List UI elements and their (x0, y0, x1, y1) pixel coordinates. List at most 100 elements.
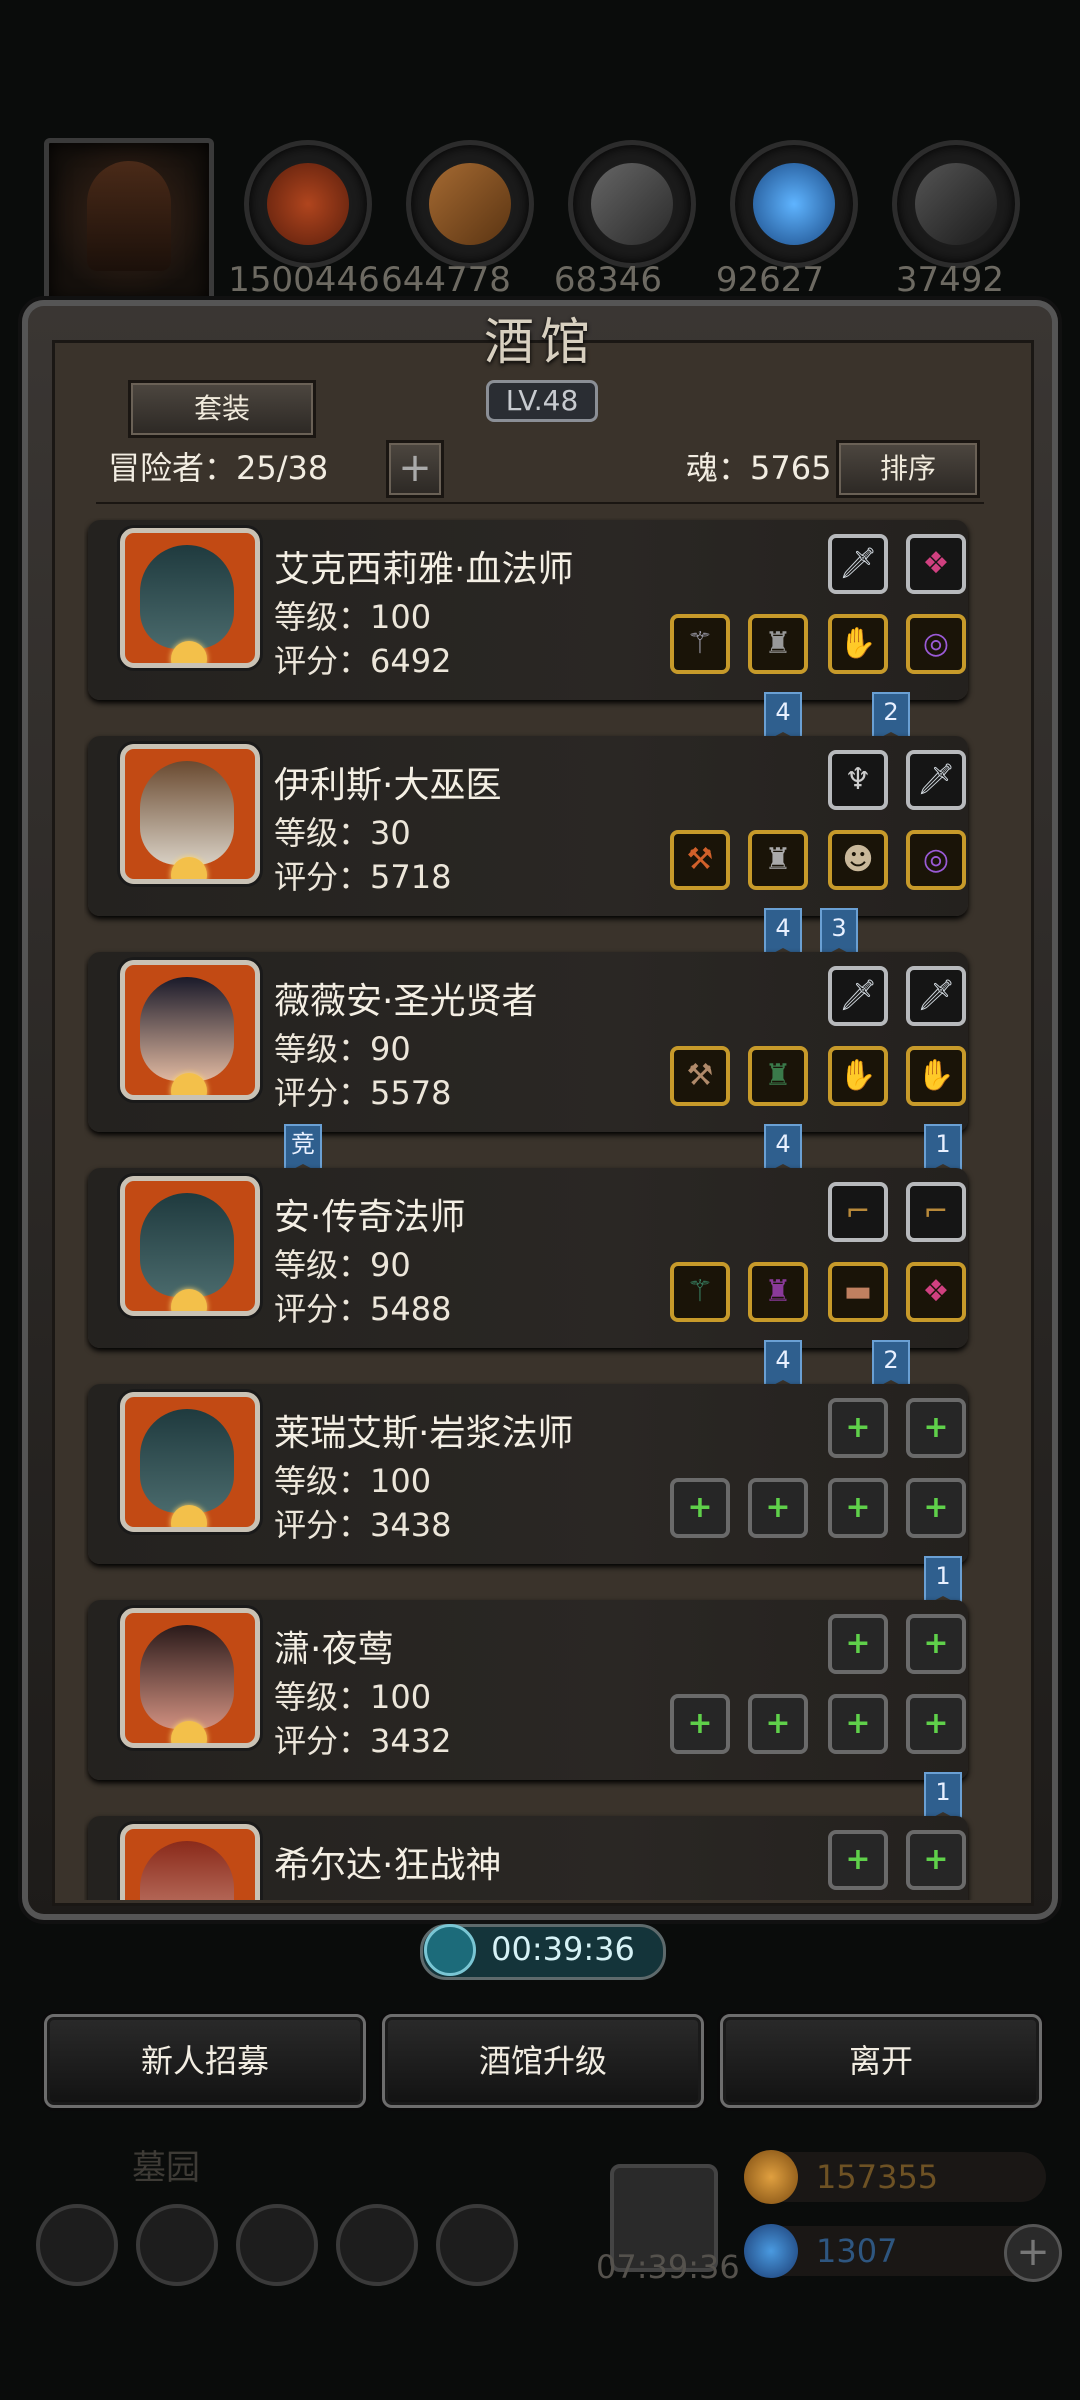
robe-icon[interactable]: ♜ (748, 614, 808, 674)
mace-icon[interactable]: ⚒ (670, 830, 730, 890)
ring-icon[interactable]: ◎ (906, 830, 966, 890)
dagger-icon[interactable]: 🗡 (828, 966, 888, 1026)
staff-icon[interactable]: ⚚ (670, 1262, 730, 1322)
hero-level: 等级：100 (274, 1462, 432, 1500)
gold-coin-icon (744, 2150, 798, 2204)
cemetery-label: 墓园 (132, 2148, 200, 2188)
dagger-icon[interactable]: 🗡 (828, 534, 888, 594)
soul-count: 魂：5765 (686, 449, 832, 487)
armor-icon[interactable]: ♜ (748, 830, 808, 890)
hero-avatar (120, 1176, 260, 1316)
amulet-icon[interactable]: ❖ (906, 1262, 966, 1322)
hero-level: 等级：100 (274, 1678, 432, 1716)
hooded-figure-icon (87, 161, 171, 271)
bracer-icon[interactable]: ▬ (828, 1262, 888, 1322)
leave-button[interactable]: 离开 (720, 2014, 1042, 2108)
expand-capacity-button[interactable]: + (386, 440, 444, 498)
hero-avatar (120, 1824, 260, 1900)
add-equipment-icon[interactable]: + (828, 1614, 888, 1674)
hero-avatar (120, 744, 260, 884)
hero-avatar (120, 1392, 260, 1532)
hero-score: 评分：5718 (274, 858, 452, 896)
set-flag: 1 (924, 1556, 962, 1606)
add-equipment-icon[interactable]: + (828, 1830, 888, 1890)
hero-card[interactable]: 艾克西莉雅·血法师 等级：100 评分：6492 🗡 ❖ ⚚ ♜ ✋ ◎ (88, 520, 968, 700)
add-currency-button[interactable]: + (1004, 2224, 1062, 2282)
add-equipment-icon[interactable]: + (828, 1478, 888, 1538)
pistol-icon[interactable]: ⌐ (828, 1182, 888, 1242)
achievement-icon[interactable] (136, 2204, 218, 2286)
hero-card[interactable]: 薇薇安·圣光贤者 等级：90 评分：5578 🗡 🗡 ⚒ ♜ ✋ ✋ (88, 952, 968, 1132)
settings-icon[interactable] (36, 2204, 118, 2286)
hero-card[interactable]: 伊利斯·大巫医 等级：30 评分：5718 ♆ 🗡 ⚒ ♜ ☻ ◎ (88, 736, 968, 916)
meat-value: 1500446 (228, 260, 380, 300)
page-title: 酒馆 (484, 313, 596, 371)
pistol-icon[interactable]: ⌐ (906, 1182, 966, 1242)
add-equipment-icon[interactable]: + (906, 1614, 966, 1674)
hero-avatar (120, 1608, 260, 1748)
gloves-icon[interactable]: ✋ (828, 1046, 888, 1106)
hero-list[interactable]: 艾克西莉雅·血法师 等级：100 评分：6492 🗡 ❖ ⚚ ♜ ✋ ◎ 4 2… (84, 518, 994, 1900)
hero-score: 评分：3432 (274, 1722, 452, 1760)
hero-level: 等级：100 (274, 598, 432, 636)
ring-icon[interactable]: ◎ (906, 614, 966, 674)
clock-icon (424, 1924, 476, 1976)
set-flag: 4 (764, 1124, 802, 1174)
suit-button[interactable]: 套装 (128, 380, 316, 438)
hero-name: 潇·夜莺 (274, 1629, 394, 1670)
gem-value: 1307 (816, 2232, 898, 2270)
add-equipment-icon[interactable]: + (906, 1830, 966, 1890)
cloak-icon[interactable]: ♜ (748, 1046, 808, 1106)
hero-level: 等级：30 (274, 814, 411, 852)
mail-icon[interactable] (336, 2204, 418, 2286)
hero-name: 艾克西莉雅·血法师 (274, 549, 574, 590)
iron-resource-icon (892, 140, 1020, 268)
hero-card[interactable]: 安·传奇法师 等级：90 评分：5488 ⌐ ⌐ ⚚ ♜ ▬ ❖ (88, 1168, 968, 1348)
hero-card[interactable]: 莱瑞艾斯·岩浆法师 等级：100 评分：3438 + + + + + + (88, 1384, 968, 1564)
dagger-icon[interactable]: 🗡 (906, 966, 966, 1026)
hammer-icon[interactable]: ⚒ (670, 1046, 730, 1106)
amulet-icon[interactable]: ❖ (906, 534, 966, 594)
adventurer-count: 冒险者：25/38 (108, 449, 329, 487)
set-flag: 3 (820, 908, 858, 958)
iron-value: 37492 (895, 260, 1005, 300)
add-equipment-icon[interactable]: + (906, 1694, 966, 1754)
hero-level: 等级：90 (274, 1030, 411, 1068)
hero-portrait-slot[interactable] (44, 138, 214, 308)
add-equipment-icon[interactable]: + (748, 1478, 808, 1538)
set-flag: 2 (872, 692, 910, 742)
hero-name: 莱瑞艾斯·岩浆法师 (274, 1413, 574, 1454)
gloves-icon[interactable]: ✋ (906, 1046, 966, 1106)
wood-resource-icon (406, 140, 534, 268)
hero-card[interactable]: 潇·夜莺 等级：100 评分：3432 + + + + + + (88, 1600, 968, 1780)
gem-icon (744, 2224, 798, 2278)
timer-text: 00:39:36 (491, 1930, 635, 1968)
add-equipment-icon[interactable]: + (906, 1398, 966, 1458)
tavern-icon[interactable] (236, 2204, 318, 2286)
gloves-icon[interactable]: ✋ (828, 614, 888, 674)
crystal-resource-icon (730, 140, 858, 268)
add-equipment-icon[interactable]: + (748, 1694, 808, 1754)
hero-score: 评分：5488 (274, 1290, 452, 1328)
add-equipment-icon[interactable]: + (828, 1398, 888, 1458)
add-equipment-icon[interactable]: + (828, 1694, 888, 1754)
helmet-icon[interactable]: ♆ (828, 750, 888, 810)
upgrade-tavern-button[interactable]: 酒馆升级 (382, 2014, 704, 2108)
add-equipment-icon[interactable]: + (670, 1694, 730, 1754)
hero-name: 伊利斯·大巫医 (274, 765, 502, 806)
dagger-icon[interactable]: 🗡 (906, 750, 966, 810)
hero-score: 评分：6492 (274, 642, 452, 680)
recruit-button[interactable]: 新人招募 (44, 2014, 366, 2108)
gold-value: 157355 (816, 2158, 939, 2196)
robe-icon[interactable]: ♜ (748, 1262, 808, 1322)
stone-value: 68346 (553, 260, 663, 300)
inventory-icon[interactable] (436, 2204, 518, 2286)
staff-icon[interactable]: ⚚ (670, 614, 730, 674)
add-equipment-icon[interactable]: + (670, 1478, 730, 1538)
mask-icon[interactable]: ☻ (828, 830, 888, 890)
sort-button[interactable]: 排序 (836, 440, 980, 498)
hero-avatar (120, 960, 260, 1100)
set-flag: 1 (924, 1124, 962, 1174)
add-equipment-icon[interactable]: + (906, 1478, 966, 1538)
hero-card[interactable]: 希尔达·狂战神 + + (88, 1816, 968, 1900)
